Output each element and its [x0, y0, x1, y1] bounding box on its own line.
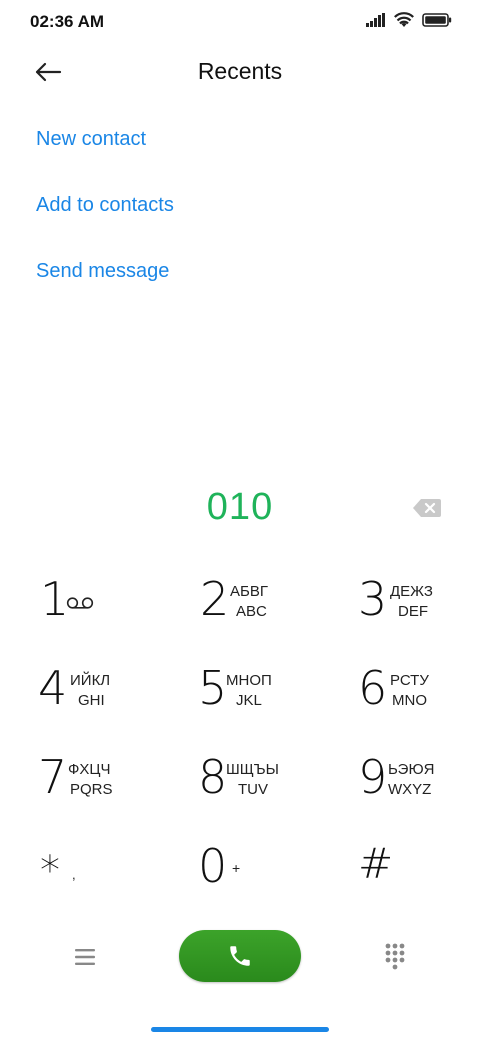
key-digit: 8: [198, 750, 228, 804]
key-7[interactable]: 7 ФХЦЧ PQRS: [0, 738, 160, 826]
wifi-icon: [394, 12, 414, 27]
add-to-contacts-link[interactable]: Add to contacts: [36, 194, 174, 217]
home-indicator[interactable]: [151, 1027, 329, 1032]
key-letters-latin: ABC: [236, 603, 267, 620]
key-letters-latin: DEF: [398, 603, 428, 620]
dialpad-icon: [385, 943, 405, 970]
voicemail-icon: [66, 597, 94, 609]
backspace-button[interactable]: [412, 498, 442, 518]
key-digit: 0: [198, 839, 228, 893]
key-9[interactable]: 9 ЬЭЮЯ WXYZ: [320, 738, 480, 826]
dialpad-button[interactable]: [384, 942, 406, 972]
key-0[interactable]: 0 +: [160, 827, 320, 915]
key-1[interactable]: 1: [0, 560, 160, 648]
key-letters-latin: JKL: [236, 692, 262, 709]
key-4[interactable]: 4 ИЙКЛ GHI: [0, 649, 160, 737]
key-letters-cyrillic: РСТУ: [390, 672, 429, 689]
phone-icon: [230, 946, 250, 966]
new-contact-link[interactable]: New contact: [36, 128, 146, 151]
key-digit: *: [40, 848, 60, 894]
key-letters-latin: PQRS: [70, 781, 113, 798]
key-3[interactable]: 3 ДЕЖЗ DEF: [320, 560, 480, 648]
backspace-icon: [413, 499, 441, 517]
key-star[interactable]: * ,: [0, 827, 160, 915]
key-digit: 4: [38, 661, 68, 715]
bottom-bar: [0, 930, 480, 986]
key-digit: 6: [358, 661, 388, 715]
key-letters-cyrillic: ДЕЖЗ: [390, 583, 433, 600]
key-letters-cyrillic: ЬЭЮЯ: [388, 761, 435, 778]
key-2[interactable]: 2 АБВГ ABC: [160, 560, 320, 648]
key-digit: 7: [38, 750, 68, 804]
key-digit: 5: [198, 661, 228, 715]
key-digit: 9: [358, 750, 388, 804]
key-letters-latin: TUV: [238, 781, 268, 798]
menu-icon: [75, 949, 95, 965]
key-6[interactable]: 6 РСТУ MNO: [320, 649, 480, 737]
header: Recents: [0, 44, 480, 100]
key-letters-cyrillic: ИЙКЛ: [70, 672, 111, 689]
key-digit: 2: [200, 572, 230, 626]
key-sub: +: [232, 860, 241, 876]
key-8[interactable]: 8 ШЩЪЫ TUV: [160, 738, 320, 826]
key-5[interactable]: 5 МНОП JKL: [160, 649, 320, 737]
call-button[interactable]: [179, 930, 301, 982]
key-digit: 3: [358, 572, 388, 626]
key-digit: 1: [40, 572, 70, 626]
key-letters-cyrillic: МНОП: [226, 672, 272, 689]
menu-button[interactable]: [72, 944, 98, 970]
dialed-number: 010: [206, 486, 274, 528]
key-letters-cyrillic: ШЩЪЫ: [226, 761, 279, 778]
key-letters-cyrillic: АБВГ: [230, 583, 268, 600]
key-letters-cyrillic: ФХЦЧ: [68, 761, 111, 778]
key-digit: #: [358, 839, 394, 888]
status-bar: 02:36 AM: [0, 0, 480, 44]
signal-icon: [366, 13, 385, 27]
key-hash[interactable]: #: [320, 827, 480, 915]
status-time: 02:36 AM: [30, 12, 105, 31]
key-letters-latin: WXYZ: [388, 781, 432, 798]
key-letters-latin: GHI: [78, 692, 105, 709]
battery-icon: [422, 13, 452, 27]
key-letters-latin: MNO: [392, 692, 427, 709]
status-icons: [366, 12, 452, 28]
page-title: Recents: [197, 58, 283, 84]
send-message-link[interactable]: Send message: [36, 260, 169, 283]
key-sub: ,: [72, 867, 76, 882]
